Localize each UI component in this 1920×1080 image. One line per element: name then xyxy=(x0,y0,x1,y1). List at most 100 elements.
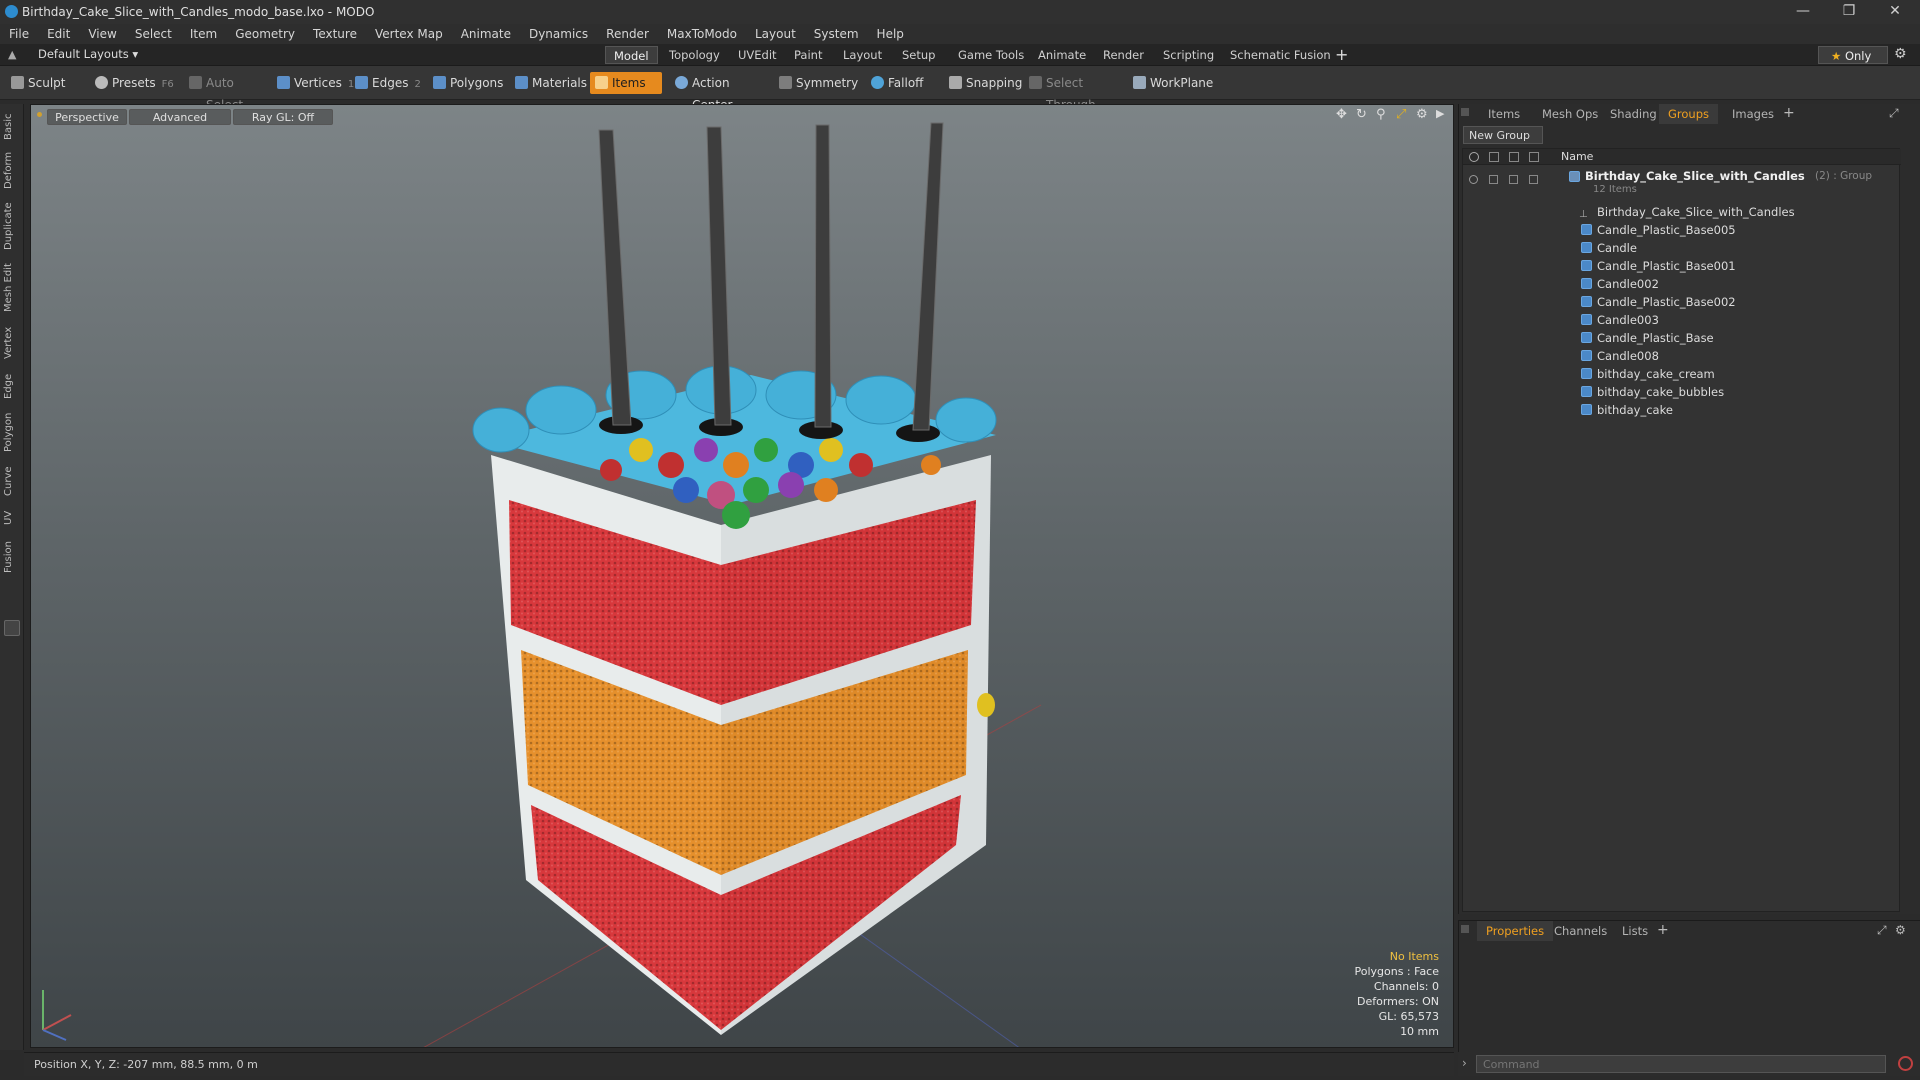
menu-file[interactable]: File xyxy=(0,24,38,44)
vtab-mesh-edit[interactable]: Mesh Edit xyxy=(3,260,21,316)
panel-menu-icon[interactable] xyxy=(1461,108,1469,116)
select-column-icon[interactable] xyxy=(1529,152,1539,162)
menu-layout[interactable]: Layout xyxy=(746,24,805,44)
snapping-button[interactable]: Snapping xyxy=(944,72,1026,94)
vtab-duplicate[interactable]: Duplicate xyxy=(3,198,21,254)
menu-edit[interactable]: Edit xyxy=(38,24,79,44)
vtab-fusion[interactable]: Fusion xyxy=(3,536,21,578)
add-tab-icon[interactable]: + xyxy=(1335,45,1348,64)
tab-properties[interactable]: Properties xyxy=(1477,921,1554,941)
add-properties-tab-icon[interactable]: + xyxy=(1657,922,1669,938)
tab-render[interactable]: Render xyxy=(1095,46,1152,64)
vtab-vertex[interactable]: Vertex xyxy=(3,322,21,364)
restore-button[interactable]: ❐ xyxy=(1826,0,1872,24)
vtab-uv[interactable]: UV xyxy=(3,506,21,530)
list-item[interactable]: Candle_Plastic_Base002 xyxy=(1463,293,1901,311)
menu-texture[interactable]: Texture xyxy=(304,24,366,44)
menu-render[interactable]: Render xyxy=(597,24,658,44)
tab-topology[interactable]: Topology xyxy=(661,46,728,64)
workplane-button[interactable]: WorkPlane xyxy=(1128,72,1213,94)
tab-model[interactable]: Model xyxy=(605,46,658,64)
toolbox-icon[interactable] xyxy=(4,620,20,636)
new-group-button[interactable]: New Group xyxy=(1463,126,1543,144)
tab-scripting[interactable]: Scripting xyxy=(1155,46,1222,64)
group-row[interactable]: Birthday_Cake_Slice_with_Candles (2) : G… xyxy=(1463,167,1901,199)
tab-layout[interactable]: Layout xyxy=(835,46,890,64)
vertices-button[interactable]: Vertices 1 xyxy=(272,72,354,94)
menu-help[interactable]: Help xyxy=(868,24,913,44)
properties-gear-icon[interactable]: ⚙ xyxy=(1895,923,1906,937)
menu-system[interactable]: System xyxy=(805,24,868,44)
list-item[interactable]: bithday_cake_bubbles xyxy=(1463,383,1901,401)
select-through-button[interactable]: Select Through xyxy=(1024,72,1126,112)
tab-paint[interactable]: Paint xyxy=(786,46,830,64)
vtab-curve[interactable]: Curve xyxy=(3,462,21,500)
action-center-button[interactable]: Action Center xyxy=(670,72,770,112)
tab-schematic-fusion[interactable]: Schematic Fusion xyxy=(1222,46,1339,64)
lock-toggle[interactable] xyxy=(1489,175,1498,184)
tab-shading[interactable]: Shading xyxy=(1601,104,1666,124)
list-item[interactable]: Candle xyxy=(1463,239,1901,257)
menu-vertex-map[interactable]: Vertex Map xyxy=(366,24,452,44)
auto-select-button[interactable]: Auto Select xyxy=(184,72,268,112)
menu-view[interactable]: View xyxy=(79,24,125,44)
tab-uvedit[interactable]: UVEdit xyxy=(730,46,785,64)
vtab-edge[interactable]: Edge xyxy=(3,370,21,402)
polygons-button[interactable]: Polygons xyxy=(428,72,504,94)
menu-geometry[interactable]: Geometry xyxy=(226,24,304,44)
presets-button[interactable]: Presets F6 xyxy=(90,72,174,94)
tab-groups[interactable]: Groups xyxy=(1659,104,1719,124)
tab-animate[interactable]: Animate xyxy=(1030,46,1094,64)
gear-icon[interactable]: ⚙ xyxy=(1894,46,1907,62)
list-item[interactable]: Candle_Plastic_Base xyxy=(1463,329,1901,347)
menu-animate[interactable]: Animate xyxy=(452,24,520,44)
select-toggle[interactable] xyxy=(1529,175,1538,184)
add-panel-tab-icon[interactable]: + xyxy=(1783,105,1795,121)
render-toggle[interactable] xyxy=(1509,175,1518,184)
properties-expand-icon[interactable]: ⤢ xyxy=(1877,923,1887,938)
tab-images[interactable]: Images xyxy=(1723,104,1783,124)
list-item[interactable]: Candle008 xyxy=(1463,347,1901,365)
properties-menu-icon[interactable] xyxy=(1461,925,1469,933)
list-item[interactable]: bithday_cake_cream xyxy=(1463,365,1901,383)
tab-channels[interactable]: Channels xyxy=(1545,921,1616,941)
list-item[interactable]: bithday_cake xyxy=(1463,401,1901,419)
eye-icon[interactable] xyxy=(1469,175,1478,184)
list-item[interactable]: ⊥ Birthday_Cake_Slice_with_Candles xyxy=(1463,203,1901,221)
name-column-header[interactable]: Name xyxy=(1561,149,1593,165)
menu-maxtomodo[interactable]: MaxToModo xyxy=(658,24,746,44)
command-input[interactable] xyxy=(1476,1055,1886,1073)
render-column-icon[interactable] xyxy=(1509,152,1519,162)
tab-mesh-ops[interactable]: Mesh Ops xyxy=(1533,104,1607,124)
command-stop-icon[interactable] xyxy=(1898,1056,1913,1071)
items-button[interactable]: Items xyxy=(590,72,662,94)
3d-viewport[interactable]: Perspective Advanced Ray GL: Off ✥ ↻ ⚲ ⤢… xyxy=(30,104,1454,1048)
vtab-polygon[interactable]: Polygon xyxy=(3,408,21,456)
sculpt-button[interactable]: Sculpt xyxy=(6,72,86,94)
symmetry-button[interactable]: Symmetry xyxy=(774,72,860,94)
list-item[interactable]: Candle003 xyxy=(1463,311,1901,329)
list-item[interactable]: Candle002 xyxy=(1463,275,1901,293)
edges-button[interactable]: Edges 2 xyxy=(350,72,424,94)
minimize-button[interactable]: — xyxy=(1780,0,1826,24)
collapse-icon[interactable]: ▲ xyxy=(8,48,20,61)
lock-column-icon[interactable] xyxy=(1489,152,1499,162)
visibility-column-icon[interactable] xyxy=(1469,152,1479,162)
tab-setup[interactable]: Setup xyxy=(894,46,943,64)
layout-preset-dropdown[interactable]: Default Layouts ▾ xyxy=(38,47,138,61)
list-item[interactable]: Candle_Plastic_Base001 xyxy=(1463,257,1901,275)
falloff-button[interactable]: Falloff xyxy=(866,72,936,94)
materials-button[interactable]: Materials xyxy=(510,72,590,94)
menu-item[interactable]: Item xyxy=(181,24,226,44)
panel-expand-icon[interactable]: ⤢ xyxy=(1889,106,1899,121)
tab-lists[interactable]: Lists xyxy=(1613,921,1657,941)
vtab-basic[interactable]: Basic xyxy=(3,110,21,144)
menu-dynamics[interactable]: Dynamics xyxy=(520,24,597,44)
only-toggle[interactable]: ★ Only xyxy=(1818,46,1888,64)
tab-items[interactable]: Items xyxy=(1479,104,1529,124)
vtab-deform[interactable]: Deform xyxy=(3,148,21,192)
close-button[interactable]: ✕ xyxy=(1872,0,1918,24)
list-item[interactable]: Candle_Plastic_Base005 xyxy=(1463,221,1901,239)
tab-game-tools[interactable]: Game Tools xyxy=(950,46,1032,64)
menu-select[interactable]: Select xyxy=(126,24,181,44)
